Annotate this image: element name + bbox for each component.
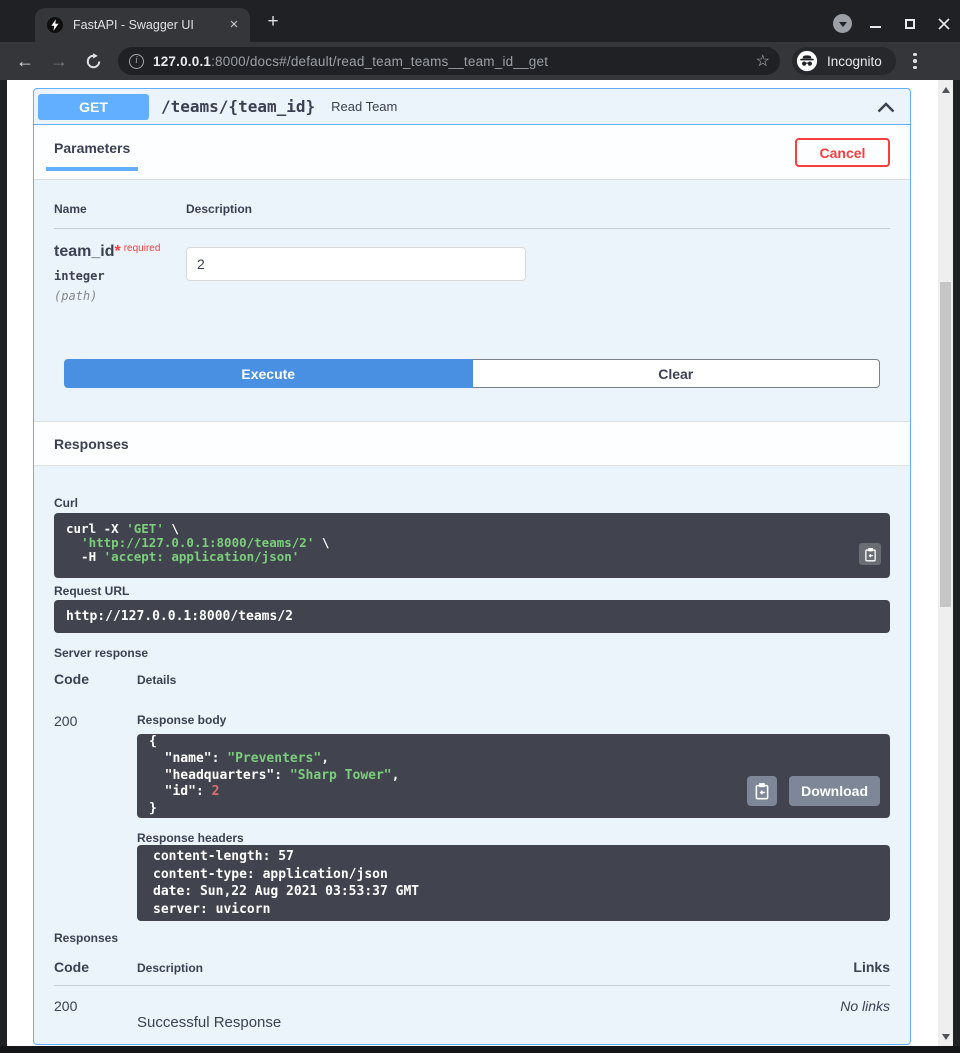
response-headers-block: content-length: 57 content-type: applica… xyxy=(137,845,890,921)
column-description: Description xyxy=(137,959,853,975)
parameter-location: (path) xyxy=(54,289,186,303)
documented-responses-header: Code Description Links xyxy=(54,959,890,986)
forward-icon[interactable]: → xyxy=(46,48,72,74)
tab-search-icon[interactable] xyxy=(833,14,852,33)
doc-status-code: 200 xyxy=(54,998,137,1031)
required-label: required xyxy=(124,243,161,254)
close-tab-icon[interactable]: × xyxy=(224,15,244,35)
opblock-header[interactable]: GET /teams/{team_id} Read Team xyxy=(34,89,910,125)
scrollbar-up-icon[interactable] xyxy=(938,82,953,97)
url-text: 127.0.0.1:8000/docs#/default/read_team_t… xyxy=(153,54,750,69)
required-star: * xyxy=(114,243,120,260)
scrollbar-thumb[interactable] xyxy=(940,282,951,607)
site-info-icon[interactable]: i xyxy=(129,54,144,69)
url-bar[interactable]: i 127.0.0.1:8000/docs#/default/read_team… xyxy=(118,47,780,75)
scrollbar-down-icon[interactable] xyxy=(938,1029,953,1044)
request-url-value: http://127.0.0.1:8000/teams/2 xyxy=(66,609,878,624)
responses-body: Curl curl -X 'GET' \ 'http://127.0.0.1:8… xyxy=(34,466,910,1031)
incognito-label: Incognito xyxy=(827,54,882,69)
server-response-label: Server response xyxy=(54,646,890,660)
server-response-row: 200 Response body { "name": "Preventers"… xyxy=(54,713,890,921)
opblock-get-teams: GET /teams/{team_id} Read Team Parameter… xyxy=(33,88,911,1045)
parameter-value-cell xyxy=(186,243,526,303)
page-content: GET /teams/{team_id} Read Team Parameter… xyxy=(7,80,953,1046)
fastapi-favicon-icon xyxy=(47,17,63,33)
cancel-button[interactable]: Cancel xyxy=(795,138,890,167)
window-bottom-border xyxy=(0,1046,960,1053)
parameters-section-header: Parameters Cancel xyxy=(34,125,910,180)
parameters-table-header: Name Description xyxy=(54,180,890,229)
incognito-icon xyxy=(796,50,818,72)
response-body-block: { "name": "Preventers", "headquarters": … xyxy=(137,734,890,818)
column-details: Details xyxy=(137,671,176,687)
responses-title: Responses xyxy=(54,436,129,452)
url-host: 127.0.0.1 xyxy=(153,54,211,69)
clear-button[interactable]: Clear xyxy=(473,359,881,388)
endpoint-path: /teams/{team_id} xyxy=(161,97,315,116)
page-scrollbar[interactable] xyxy=(938,80,953,1046)
download-button[interactable]: Download xyxy=(789,776,880,806)
back-icon[interactable]: ← xyxy=(12,48,38,74)
maximize-button[interactable] xyxy=(899,13,920,34)
response-body-actions: Download xyxy=(747,776,880,806)
tab-parameters[interactable]: Parameters xyxy=(46,140,138,171)
execute-button[interactable]: Execute xyxy=(64,359,473,388)
column-description: Description xyxy=(186,202,252,216)
copy-curl-icon[interactable] xyxy=(859,543,881,565)
execute-row: Execute Clear xyxy=(64,359,880,388)
parameter-type: integer xyxy=(54,269,186,283)
documented-response-row: 200 Successful Response No links xyxy=(54,986,890,1031)
status-code: 200 xyxy=(54,713,137,921)
responses-section-header: Responses xyxy=(34,421,910,466)
team-id-input[interactable] xyxy=(186,247,526,281)
request-url-block: http://127.0.0.1:8000/teams/2 xyxy=(54,600,890,633)
parameter-meta: team_id*required integer (path) xyxy=(54,243,186,303)
request-url-label: Request URL xyxy=(54,584,890,598)
server-response-table-header: Code Details xyxy=(54,671,890,687)
url-path: :8000/docs#/default/read_team_teams__tea… xyxy=(211,54,548,69)
doc-description: Successful Response xyxy=(137,998,840,1031)
doc-links: No links xyxy=(840,998,890,1031)
column-links: Links xyxy=(853,959,890,975)
server-response-details: Response body { "name": "Preventers", "h… xyxy=(137,713,890,921)
parameters-table: Name Description team_id*required intege… xyxy=(34,180,910,388)
method-badge: GET xyxy=(38,94,149,120)
parameter-row: team_id*required integer (path) xyxy=(54,229,890,303)
incognito-badge: Incognito xyxy=(792,47,896,75)
close-window-button[interactable] xyxy=(933,13,954,34)
browser-menu-icon[interactable] xyxy=(906,53,924,70)
window-controls xyxy=(833,13,954,34)
chevron-up-icon[interactable] xyxy=(876,100,896,114)
bookmark-star-icon[interactable]: ☆ xyxy=(756,51,770,71)
response-headers-label: Response headers xyxy=(137,831,890,845)
new-tab-button[interactable]: + xyxy=(262,11,284,33)
parameter-name: team_id*required xyxy=(54,243,186,261)
curl-label: Curl xyxy=(54,496,890,510)
tab-title: FastAPI - Swagger UI xyxy=(73,18,224,32)
reload-icon[interactable] xyxy=(80,48,106,74)
browser-tab[interactable]: FastAPI - Swagger UI × xyxy=(35,8,250,42)
documented-responses-table: Code Description Links 200 Successful Re… xyxy=(54,959,890,1031)
response-body-label: Response body xyxy=(137,713,890,727)
column-name: Name xyxy=(54,202,186,216)
column-code: Code xyxy=(54,671,137,687)
minimize-button[interactable] xyxy=(865,13,886,34)
copy-response-icon[interactable] xyxy=(747,776,777,806)
curl-block: curl -X 'GET' \ 'http://127.0.0.1:8000/t… xyxy=(54,513,890,578)
browser-toolbar: ← → i 127.0.0.1:8000/docs#/default/read_… xyxy=(0,42,960,80)
endpoint-summary: Read Team xyxy=(331,99,876,114)
documented-responses-label: Responses xyxy=(54,931,890,945)
column-code: Code xyxy=(54,959,137,975)
tab-strip: FastAPI - Swagger UI × + xyxy=(0,0,960,42)
